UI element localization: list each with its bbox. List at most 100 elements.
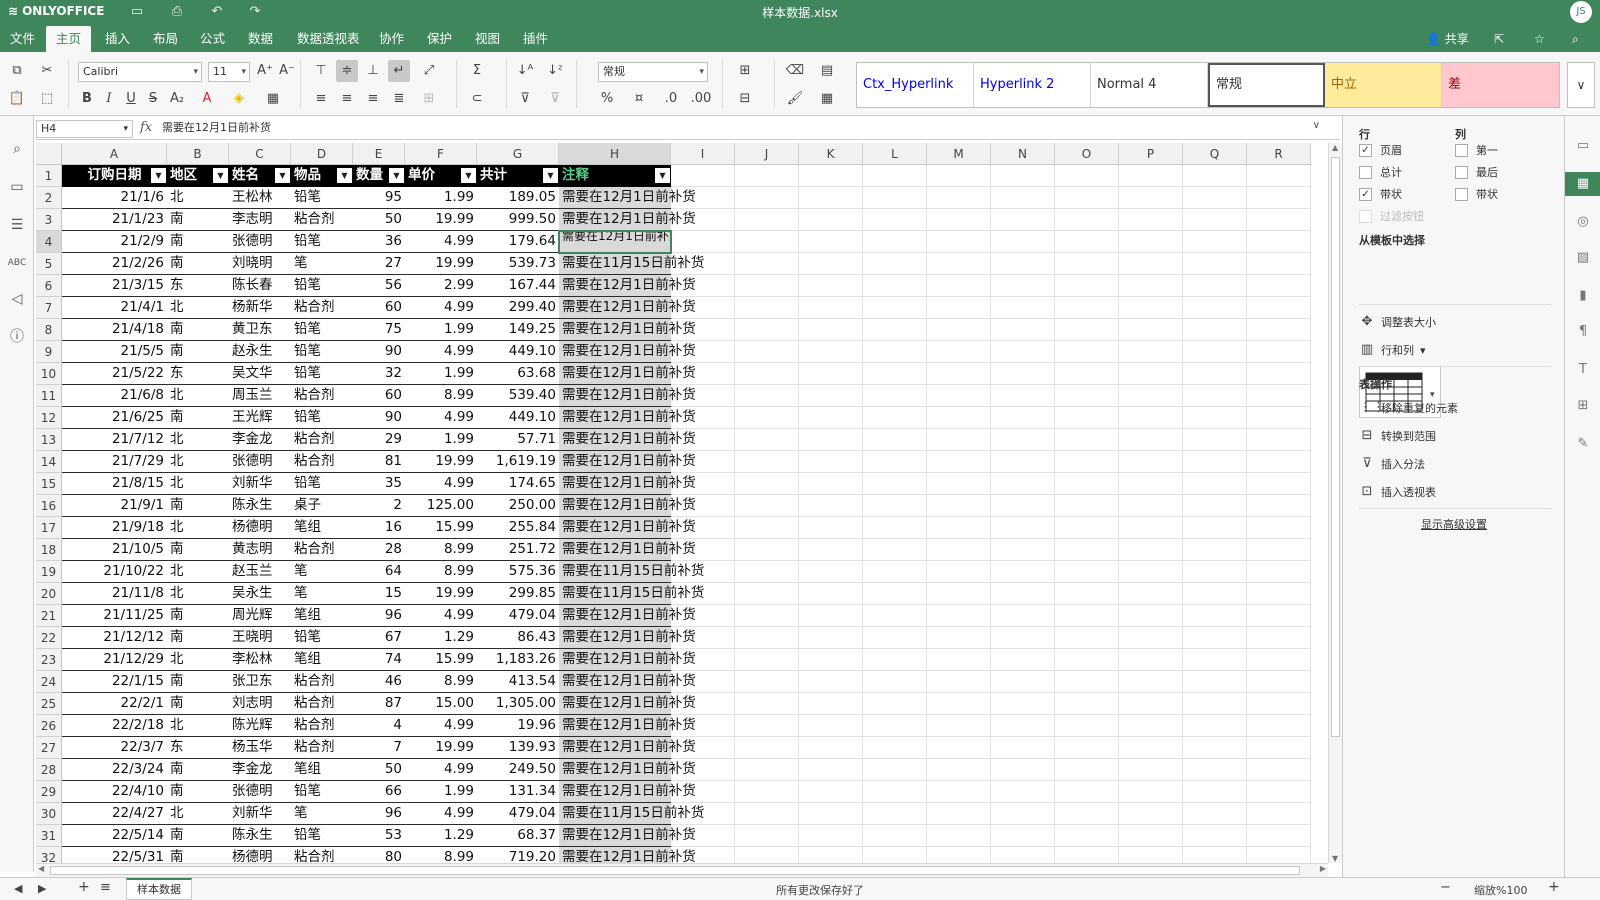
- table-header-cell[interactable]: 姓名 ▼: [229, 165, 291, 187]
- table-cell[interactable]: 1.99: [405, 363, 477, 385]
- delete-cells-icon[interactable]: ⊟: [734, 88, 756, 110]
- table-cell[interactable]: 需要在12月1日前补货: [559, 363, 696, 385]
- clear-icon[interactable]: ⌫: [784, 60, 806, 82]
- row-header[interactable]: 10: [36, 363, 62, 385]
- table-cell[interactable]: 粘合剂: [291, 209, 353, 231]
- table-cell[interactable]: 250.00: [477, 495, 559, 517]
- table-cell[interactable]: 50: [353, 759, 405, 781]
- table-cell[interactable]: 王松林: [229, 187, 291, 209]
- column-header[interactable]: P: [1119, 143, 1183, 165]
- signature-icon[interactable]: ✎: [1571, 432, 1595, 456]
- format-as-table-icon[interactable]: ▦: [816, 88, 838, 110]
- convert-to-range-button[interactable]: ⊟ 转换到范围: [1359, 428, 1436, 444]
- tab-collaborate[interactable]: 协作: [369, 26, 414, 52]
- user-avatar[interactable]: JS: [1570, 1, 1592, 23]
- table-cell[interactable]: 15.99: [405, 517, 477, 539]
- underline-icon[interactable]: U: [120, 88, 142, 110]
- table-cell[interactable]: 189.05: [477, 187, 559, 209]
- table-cell[interactable]: 479.04: [477, 803, 559, 825]
- column-header[interactable]: K: [799, 143, 863, 165]
- table-cell[interactable]: 北: [167, 715, 229, 737]
- col-option-checkbox[interactable]: 最后: [1455, 164, 1498, 180]
- table-cell[interactable]: 27: [353, 253, 405, 275]
- row-header[interactable]: 30: [36, 803, 62, 825]
- filter-icon[interactable]: ⊽: [514, 88, 536, 110]
- column-header[interactable]: Q: [1183, 143, 1247, 165]
- table-cell[interactable]: 需要在12月1日前补货: [559, 209, 696, 231]
- formula-input[interactable]: 需要在12月1日前补货: [158, 120, 1328, 138]
- font-color-icon[interactable]: A: [196, 88, 218, 110]
- table-cell[interactable]: 南: [167, 781, 229, 803]
- row-header[interactable]: 16: [36, 495, 62, 517]
- table-cell[interactable]: 刘新华: [229, 473, 291, 495]
- table-cell[interactable]: 1.99: [405, 187, 477, 209]
- tab-view[interactable]: 视图: [465, 26, 510, 52]
- table-cell[interactable]: 1.99: [405, 319, 477, 341]
- table-cell[interactable]: 东: [167, 737, 229, 759]
- favorite-icon[interactable]: ☆: [1534, 29, 1545, 49]
- table-cell[interactable]: 81: [353, 451, 405, 473]
- sort-desc-icon[interactable]: ↓ᶻ: [544, 60, 566, 82]
- table-cell[interactable]: 南: [167, 759, 229, 781]
- tab-pivot[interactable]: 数据透视表: [287, 26, 370, 52]
- fill-color-icon[interactable]: ◈: [228, 88, 250, 110]
- table-header-cell[interactable]: 数量 ▼: [353, 165, 405, 187]
- table-cell[interactable]: 1,183.26: [477, 649, 559, 671]
- row-header[interactable]: 5: [36, 253, 62, 275]
- pivot-settings-icon[interactable]: ⊞: [1571, 394, 1595, 418]
- table-cell[interactable]: 需要在12月1日前补货: [559, 627, 696, 649]
- table-cell[interactable]: 需要在12月1日前补货: [559, 385, 696, 407]
- table-cell[interactable]: 2.99: [405, 275, 477, 297]
- table-cell[interactable]: 719.20: [477, 847, 559, 863]
- style-normal-4[interactable]: Normal 4: [1091, 63, 1208, 107]
- select-all-corner[interactable]: [36, 143, 62, 165]
- col-option-checkbox[interactable]: 带状: [1455, 186, 1498, 202]
- table-cell[interactable]: 999.50: [477, 209, 559, 231]
- search-icon[interactable]: ⌕: [1572, 29, 1579, 49]
- styles-more-chevron-icon[interactable]: ∨: [1567, 62, 1595, 108]
- table-cell[interactable]: 东: [167, 275, 229, 297]
- table-cell[interactable]: 4.99: [405, 407, 477, 429]
- table-cell[interactable]: 杨德明: [229, 517, 291, 539]
- merge-icon[interactable]: ⊞: [418, 88, 440, 110]
- paragraph-settings-icon[interactable]: ¶: [1571, 320, 1595, 344]
- table-cell[interactable]: 需要在12月1日前补货: [559, 693, 696, 715]
- table-cell[interactable]: 笔: [291, 253, 353, 275]
- table-cell[interactable]: 19.96: [477, 715, 559, 737]
- table-cell[interactable]: 21/7/29: [62, 451, 167, 473]
- table-cell[interactable]: 21/1/23: [62, 209, 167, 231]
- table-cell[interactable]: 56: [353, 275, 405, 297]
- filter-dropdown-icon[interactable]: ▼: [543, 168, 558, 183]
- table-cell[interactable]: 29: [353, 429, 405, 451]
- table-cell[interactable]: 4.99: [405, 803, 477, 825]
- conditional-format-icon[interactable]: ▤: [816, 60, 838, 82]
- table-cell[interactable]: 60: [353, 385, 405, 407]
- table-cell[interactable]: 粘合剂: [291, 715, 353, 737]
- table-cell[interactable]: 杨德明: [229, 847, 291, 863]
- tab-formula[interactable]: 公式: [190, 26, 235, 52]
- table-cell[interactable]: 李金龙: [229, 759, 291, 781]
- decrease-decimal-icon[interactable]: .0: [660, 88, 682, 110]
- table-cell[interactable]: 笔组: [291, 605, 353, 627]
- table-cell[interactable]: 299.85: [477, 583, 559, 605]
- table-cell[interactable]: 21/8/15: [62, 473, 167, 495]
- filter-dropdown-icon[interactable]: ▼: [337, 168, 352, 183]
- style-normal[interactable]: 常规: [1208, 63, 1325, 107]
- filter-dropdown-icon[interactable]: ▼: [151, 168, 166, 183]
- column-header[interactable]: N: [991, 143, 1055, 165]
- table-cell[interactable]: 21/5/22: [62, 363, 167, 385]
- table-cell[interactable]: 需要在12月1日前补货: [559, 737, 696, 759]
- table-cell[interactable]: 南: [167, 627, 229, 649]
- column-header[interactable]: M: [927, 143, 991, 165]
- zoom-out-icon[interactable]: −: [1440, 880, 1451, 895]
- table-cell[interactable]: 需要在12月1日前补货: [559, 451, 696, 473]
- table-cell[interactable]: 需要在12月1日前补货: [559, 319, 696, 341]
- row-header[interactable]: 15: [36, 473, 62, 495]
- copy-icon[interactable]: ⧉: [6, 60, 28, 82]
- table-cell[interactable]: 251.72: [477, 539, 559, 561]
- table-cell[interactable]: 粘合剂: [291, 385, 353, 407]
- table-cell[interactable]: 22/5/31: [62, 847, 167, 863]
- table-cell[interactable]: 笔: [291, 583, 353, 605]
- table-cell[interactable]: 575.36: [477, 561, 559, 583]
- table-cell[interactable]: 1.29: [405, 627, 477, 649]
